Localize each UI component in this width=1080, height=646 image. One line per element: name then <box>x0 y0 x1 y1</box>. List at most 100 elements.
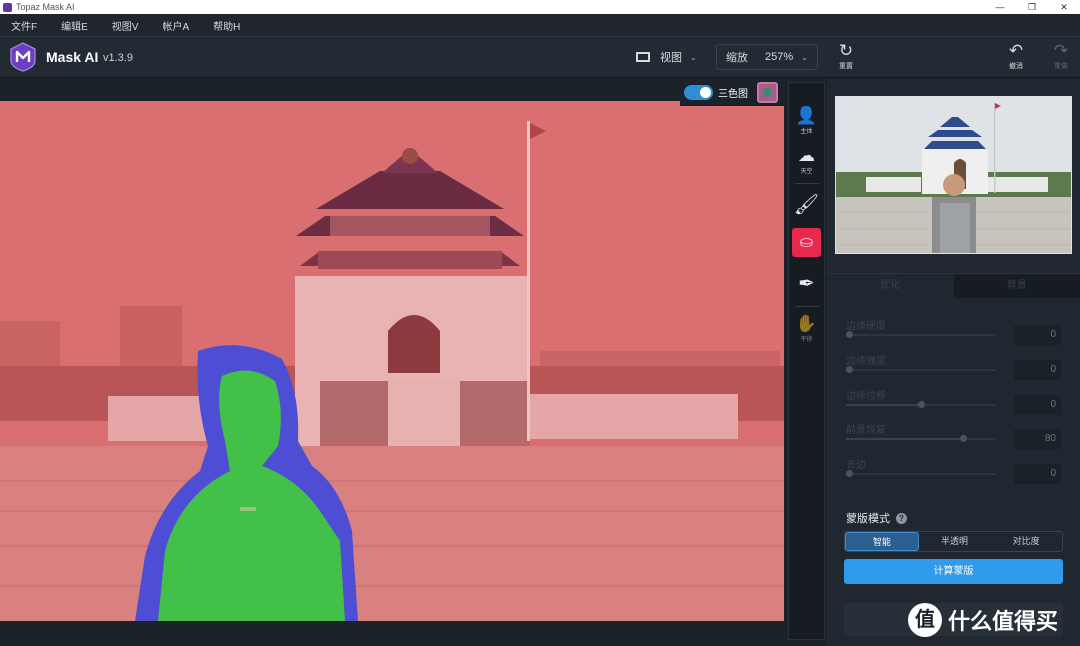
slider-track[interactable] <box>846 366 996 373</box>
main-toolbar: Mask AI v1.3.9 视图 ⌄ 缩放 257% ⌄ ↻ 重置 ↶ 撤消 … <box>0 36 1080 78</box>
slider-value-field[interactable]: 0 <box>1014 325 1061 345</box>
tool-brush[interactable]: 🖌 <box>789 191 824 219</box>
slider-knob[interactable] <box>846 331 853 338</box>
tool-eyedropper[interactable]: ✒ <box>789 270 824 298</box>
menu-bar: 文件F 编辑E 视图V 帐户A 帮助H <box>0 14 1080 36</box>
mask-mode-header: 蒙版模式 ? <box>846 510 907 526</box>
tool-pan-label: 平移 <box>800 337 813 343</box>
watermark-text: 什么值得买 <box>948 609 1059 634</box>
slider-edge-strength[interactable]: 边缘强度 0 <box>827 346 1080 380</box>
mask-mode-title: 蒙版模式 <box>846 513 890 525</box>
close-button[interactable]: ✕ <box>1048 0 1080 14</box>
preview-image <box>836 97 1071 253</box>
menu-account[interactable]: 帐户A <box>162 18 189 33</box>
watermark-badge: 值 <box>908 603 942 637</box>
slider-label: 前景恢复 <box>846 425 886 436</box>
slider-edge-hardness[interactable]: 边缘硬度 0 <box>827 311 1080 345</box>
redo-icon: ↷ <box>1053 41 1069 60</box>
app-icon <box>3 2 12 12</box>
preview-thumbnail[interactable] <box>835 96 1072 254</box>
title-bar: Topaz Mask AI — ❐ ✕ <box>0 0 1080 14</box>
app-version: v1.3.9 <box>103 52 133 64</box>
menu-file[interactable]: 文件F <box>11 18 37 33</box>
zoom-value: 257% <box>765 51 794 63</box>
fill-bucket-icon: ⛀ <box>799 234 814 251</box>
redo-button[interactable]: ↷ 重做 <box>1047 41 1075 71</box>
reset-label: 重置 <box>839 63 853 70</box>
slider-label: 去边 <box>846 460 866 471</box>
canvas-area[interactable]: 三色图 <box>0 79 787 646</box>
slider-edge-shift[interactable]: 边缘位移 0 <box>827 381 1080 415</box>
slider-knob[interactable] <box>846 470 853 477</box>
mask-ai-logo-icon <box>10 42 36 72</box>
tab-background[interactable]: 背景 <box>953 274 1080 298</box>
chevron-down-icon: ⌄ <box>690 52 697 62</box>
tool-sky-label: 天空 <box>800 169 813 175</box>
slider-track[interactable] <box>846 331 996 338</box>
menu-view[interactable]: 视图V <box>112 18 139 33</box>
tool-sky[interactable]: ☁ 天空 <box>789 146 824 175</box>
reset-icon: ↻ <box>838 41 854 60</box>
mask-mode-selector: 智能 半透明 对比度 <box>844 531 1063 552</box>
mode-smart[interactable]: 智能 <box>845 532 919 551</box>
tool-subject[interactable]: 👤 主体 <box>789 106 824 135</box>
subject-icon: 👤 <box>795 106 818 125</box>
slider-knob[interactable] <box>846 366 853 373</box>
slider-knob[interactable] <box>960 435 967 442</box>
monitor-icon <box>636 52 650 62</box>
slider-value-field[interactable]: 0 <box>1014 464 1061 484</box>
zoom-dropdown[interactable]: 缩放 257% ⌄ <box>716 44 818 70</box>
trimap-label: 三色图 <box>718 89 748 100</box>
mode-contrast[interactable]: 对比度 <box>990 532 1062 551</box>
slider-label: 边缘强度 <box>846 356 886 367</box>
maximize-button[interactable]: ❐ <box>1016 0 1048 14</box>
menu-help[interactable]: 帮助H <box>213 18 240 33</box>
zoom-label: 缩放 <box>726 52 748 64</box>
view-label: 视图 <box>660 52 682 64</box>
panel-tabs: 优化 背景 <box>827 273 1080 298</box>
masked-photo[interactable] <box>0 101 784 621</box>
slider-value-field[interactable]: 0 <box>1014 360 1061 380</box>
slider-track[interactable] <box>846 435 996 442</box>
slider-track[interactable] <box>846 401 996 408</box>
slider-label: 边缘硬度 <box>846 321 886 332</box>
watermark: 值 什么值得买 <box>908 603 1058 637</box>
minimize-button[interactable]: — <box>984 0 1016 14</box>
right-panel: 优化 背景 边缘硬度 0 边缘强度 0 边缘位移 0 前景恢复 80 去边 0 <box>827 79 1080 646</box>
slider-foreground-recovery[interactable]: 前景恢复 80 <box>827 415 1080 449</box>
help-icon[interactable]: ? <box>896 512 907 524</box>
tool-palette: 👤 主体 ☁ 天空 🖌 ⛀ ✒ ✋ 平移 <box>788 82 825 640</box>
undo-button[interactable]: ↶ 撤消 <box>1001 41 1031 71</box>
cloud-icon: ☁ <box>798 146 815 165</box>
tool-fill[interactable]: ⛀ <box>792 228 821 257</box>
slider-knob[interactable] <box>918 401 925 408</box>
window-controls: — ❐ ✕ <box>984 0 1080 14</box>
brush-icon: 🖌 <box>793 194 820 216</box>
trimap-toggle[interactable] <box>684 85 713 100</box>
slider-value-field[interactable]: 80 <box>1014 429 1061 449</box>
mode-translucent[interactable]: 半透明 <box>919 532 991 551</box>
slider-defringe[interactable]: 去边 0 <box>827 450 1080 484</box>
slider-label: 边缘位移 <box>846 391 886 402</box>
overlay-color-swatch[interactable] <box>757 82 778 103</box>
redo-label: 重做 <box>1054 63 1068 70</box>
window-title: Topaz Mask AI <box>16 2 75 12</box>
hand-icon: ✋ <box>795 314 818 333</box>
app-brand: Mask AI <box>46 49 99 65</box>
chevron-down-icon: ⌄ <box>801 52 808 62</box>
trimap-bar: 三色图 <box>680 79 784 106</box>
reset-button[interactable]: ↻ 重置 <box>832 41 860 71</box>
tool-pan[interactable]: ✋ 平移 <box>789 314 824 343</box>
tool-subject-label: 主体 <box>800 129 813 135</box>
tool-divider <box>795 306 819 307</box>
eyedropper-icon: ✒ <box>798 273 815 295</box>
slider-value-field[interactable]: 0 <box>1014 395 1061 415</box>
menu-edit[interactable]: 编辑E <box>61 18 88 33</box>
view-dropdown[interactable]: 视图 ⌄ <box>624 44 706 70</box>
compute-mask-button[interactable]: 计算蒙版 <box>844 559 1063 584</box>
photo-image <box>0 101 784 621</box>
undo-icon: ↶ <box>1008 41 1024 60</box>
tab-refine[interactable]: 优化 <box>827 274 954 298</box>
tool-divider <box>795 183 819 184</box>
slider-track[interactable] <box>846 470 996 477</box>
